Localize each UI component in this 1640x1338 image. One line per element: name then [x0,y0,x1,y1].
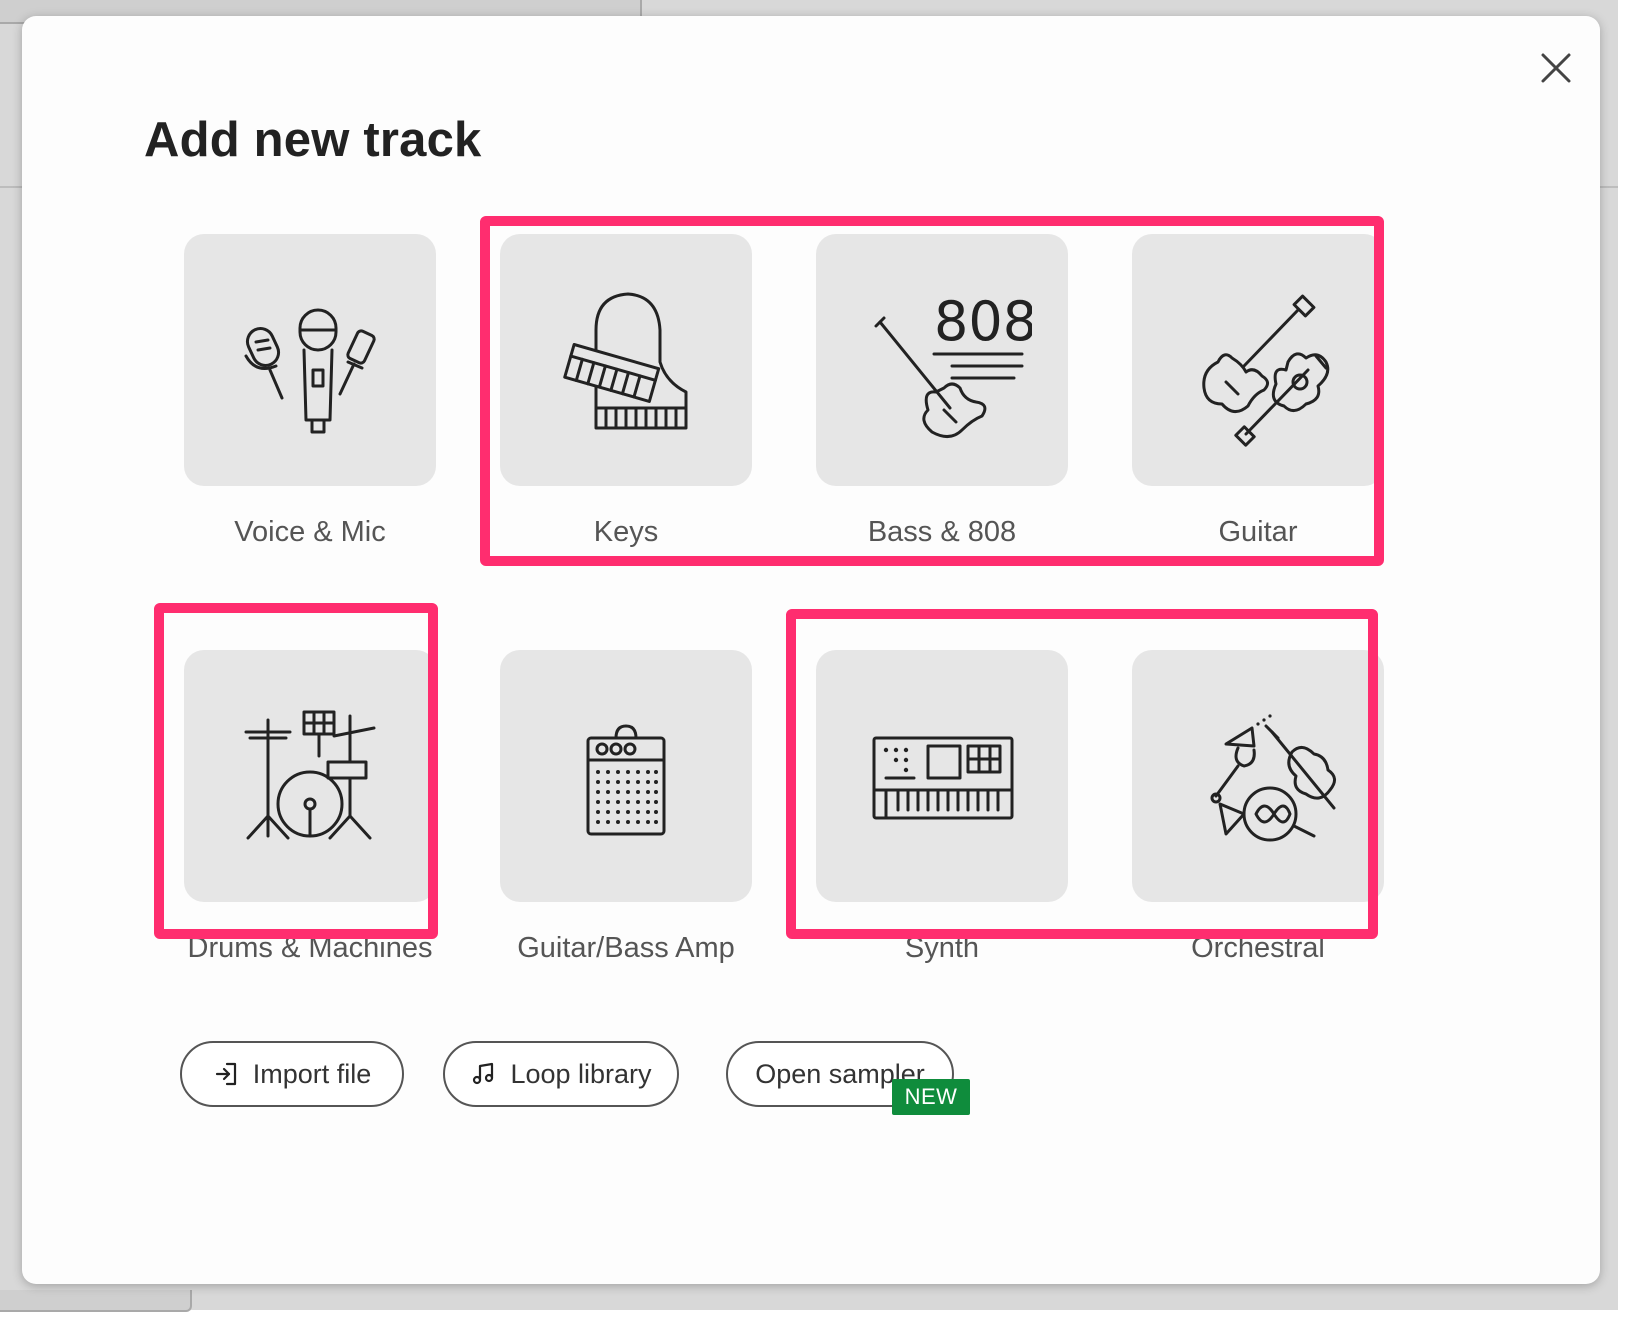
import-file-label: Import file [252,1058,372,1089]
music-note-icon [473,1062,494,1085]
import-file-button[interactable]: Import file [180,1041,404,1107]
highlight-box [480,216,1384,566]
track-label: Guitar/Bass Amp [517,932,735,964]
microphones-icon [244,308,376,434]
dialog-title: Add new track [144,113,482,167]
close-button[interactable] [1534,46,1578,90]
loop-library-label: Loop library [510,1058,652,1089]
amplifier-icon [586,724,666,836]
highlight-box [786,609,1378,939]
import-icon [215,1062,236,1086]
add-track-dialog: Add new track Voice & Mic Keys 808 Bass … [22,16,1600,1284]
track-label: Voice & Mic [234,516,386,548]
track-voice-mic[interactable]: Voice & Mic [184,234,436,548]
highlight-box [154,603,438,939]
new-badge: NEW [892,1079,970,1115]
track-guitar-bass-amp[interactable]: Guitar/Bass Amp [500,650,752,964]
background-panel [0,1290,192,1312]
close-icon [1541,53,1571,83]
loop-library-button[interactable]: Loop library [443,1041,679,1107]
